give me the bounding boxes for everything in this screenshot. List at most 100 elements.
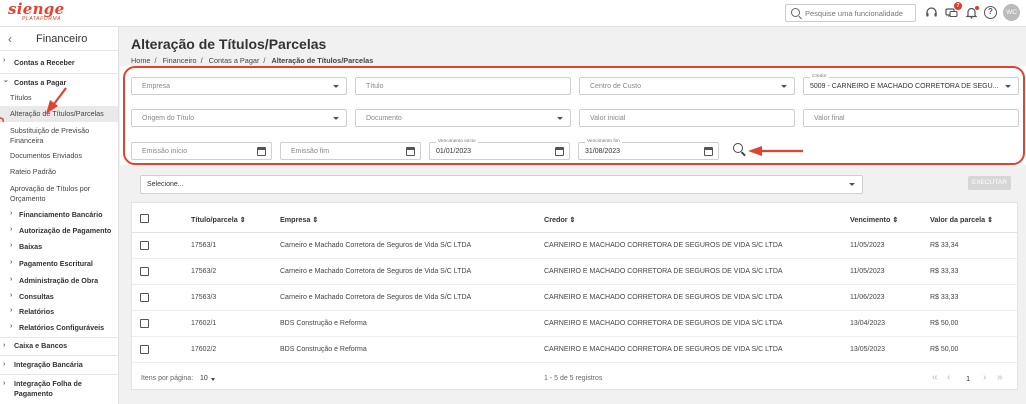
chevron-left-icon[interactable]: ‹ (8, 32, 12, 46)
col-titulo[interactable]: Título/parcela ⇕ (191, 215, 246, 224)
sidebar-item-baixas[interactable]: › Baixas (0, 237, 118, 255)
global-search[interactable] (785, 4, 916, 22)
records-range: 1 - 5 de 5 registros (544, 375, 603, 382)
col-valor[interactable]: Valor da parcela ⇕ (930, 215, 993, 224)
sidebar-item-integracao-folha[interactable]: › Integração Folha de Pagamento (0, 377, 118, 398)
table-footer: Itens por página: 10 1 - 5 de 5 registro… (132, 365, 1017, 391)
search-icon-handle (741, 151, 746, 157)
select-all-checkbox[interactable] (140, 214, 149, 223)
table-row[interactable]: 17563/3 Carneiro e Machado Corretora de … (132, 285, 1017, 311)
filter-search-button[interactable] (733, 143, 747, 157)
alert-dot (975, 6, 979, 10)
col-empresa[interactable]: Empresa ⇕ (280, 215, 318, 224)
vencimento-inicio-date[interactable]: Vencimento início 01/01/2023 (429, 139, 570, 160)
empresa-select[interactable]: Empresa (131, 77, 347, 95)
sidebar-item-autorizacao[interactable]: › Autorização de Pagamento (0, 223, 118, 237)
next-page-icon[interactable]: › (983, 372, 986, 383)
sidebar-item-alteracao-titulos[interactable]: Alteração de Títulos/Parcelas (0, 106, 118, 122)
cell-valor: R$ 50,00 (930, 346, 959, 353)
sidebar-item-label: Relatórios Configuráveis (19, 323, 105, 332)
vencimento-fim-date[interactable]: Vencimento fim 31/08/2023 (578, 139, 719, 160)
cell-vencimento: 13/04/2023 (850, 320, 886, 327)
breadcrumb-current: Alteração de Títulos/Parcelas (271, 56, 374, 65)
sidebar-item-aprovacao[interactable]: Aprovação de Títulos por Orçamento (0, 180, 95, 205)
emissao-inicio-date[interactable]: Emissão início (131, 142, 272, 160)
row-checkbox[interactable] (140, 293, 149, 302)
sidebar-item-pagamento-escritural[interactable]: › Pagamento Escritural (0, 255, 118, 271)
table-header: Título/parcela ⇕ Empresa ⇕ Credor ⇕ Venc… (132, 203, 1017, 233)
action-select-value: Selecione... (147, 181, 184, 188)
avatar[interactable]: WC (1003, 4, 1020, 21)
prev-page-icon[interactable]: ‹ (947, 372, 950, 383)
origem-placeholder: Origem do Título (142, 115, 195, 122)
execute-button[interactable]: EXECUTAR (968, 176, 1011, 190)
action-select[interactable]: Selecione... (140, 175, 863, 194)
documento-select[interactable]: Documento (355, 109, 571, 127)
row-checkbox[interactable] (140, 345, 149, 354)
sidebar-item-financiamento[interactable]: › Financiamento Bancário (0, 205, 118, 223)
table-row[interactable]: 17563/2 Carneiro e Machado Corretora de … (132, 259, 1017, 285)
chevron-right-icon: › (3, 342, 6, 349)
cell-empresa: Carneiro e Machado Corretora de Seguros … (280, 294, 472, 301)
sidebar-item-titulos[interactable]: Títulos (0, 90, 118, 106)
caret-down-icon (333, 85, 339, 88)
results-table: Título/parcela ⇕ Empresa ⇕ Credor ⇕ Venc… (131, 202, 1018, 390)
breadcrumb-financeiro[interactable]: Financeiro (163, 56, 197, 65)
search-icon (791, 8, 800, 17)
valor-final-input[interactable]: Valor final (803, 109, 1019, 127)
cell-empresa: BDS Construção e Reforma (280, 320, 367, 327)
sidebar-item-relatorios-configuraveis[interactable]: › Relatórios Configuráveis (0, 319, 118, 335)
sidebar-item-caixa-bancos[interactable]: › Caixa e Bancos (0, 340, 118, 353)
page-title: Alteração de Títulos/Parcelas (131, 36, 327, 52)
row-checkbox[interactable] (140, 319, 149, 328)
sidebar-item-documentos[interactable]: Documentos Enviados (0, 148, 118, 163)
emissao-fim-date[interactable]: Emissão fim (280, 142, 421, 160)
items-per-page-select[interactable]: 10 (200, 375, 208, 382)
chevron-right-icon: › (10, 292, 13, 299)
calendar-icon[interactable] (406, 147, 415, 156)
headset-icon[interactable] (925, 6, 938, 19)
cell-titulo: 17602/1 (191, 320, 217, 327)
row-checkbox[interactable] (140, 241, 149, 250)
breadcrumb-contas-pagar[interactable]: Contas a Pagar (209, 56, 260, 65)
bell-icon[interactable] (965, 6, 979, 19)
sidebar-item-substituicao[interactable]: Substituição de Previsão Financeira (0, 122, 110, 148)
valor-inicial-input[interactable]: Valor inicial (579, 109, 795, 127)
cell-credor: CARNEIRO E MACHADO CORRETORA DE SEGUROS … (544, 268, 783, 275)
credor-select[interactable]: Credor 5009 - CARNEIRO E MACHADO CORRETO… (803, 74, 1019, 95)
last-page-icon[interactable]: » (997, 372, 1003, 383)
centro-custo-select[interactable]: Centro de Custo (579, 77, 795, 95)
help-icon[interactable]: ? (984, 6, 997, 19)
sienge-logo[interactable]: sienge PLATAFORMA (8, 2, 64, 23)
table-row[interactable]: 17563/1 Carneiro e Machado Corretora de … (132, 233, 1017, 259)
row-checkbox[interactable] (140, 267, 149, 276)
sidebar-item-label: Financiamento Bancário (19, 210, 103, 219)
titulo-input[interactable]: Título (355, 77, 571, 95)
caret-down-icon[interactable] (211, 378, 215, 381)
breadcrumb-home[interactable]: Home (131, 56, 150, 65)
cell-credor: CARNEIRO E MACHADO CORRETORA DE SEGUROS … (544, 242, 783, 249)
origem-select[interactable]: Origem do Título (131, 109, 347, 127)
vencimento-fim-value: 31/08/2023 (585, 148, 621, 155)
global-search-input[interactable] (805, 7, 913, 19)
sidebar-item-label: Baixas (19, 242, 43, 251)
sidebar-item-consultas[interactable]: › Consultas (0, 288, 118, 303)
sidebar-item-contas-pagar[interactable]: ⌄ Contas a Pagar (0, 76, 118, 90)
calendar-icon[interactable] (257, 147, 266, 156)
col-credor[interactable]: Credor ⇕ (544, 215, 576, 224)
sidebar-item-integracao-bancaria[interactable]: › Integração Bancária (0, 358, 118, 372)
table-row[interactable]: 17602/1 BDS Construção e Reforma CARNEIR… (132, 311, 1017, 337)
sidebar-item-contas-receber[interactable]: › Contas a Receber (0, 56, 118, 71)
sidebar-item-label: Consultas (19, 292, 54, 301)
documento-placeholder: Documento (366, 115, 402, 122)
cell-valor: R$ 33,33 (930, 294, 959, 301)
chat-icon[interactable]: 7 (945, 2, 962, 19)
calendar-icon[interactable] (704, 147, 713, 156)
sidebar-item-administracao-obra[interactable]: › Administração de Obra (0, 271, 118, 288)
calendar-icon[interactable] (555, 147, 564, 156)
col-vencimento[interactable]: Vencimento ⇕ (850, 215, 898, 224)
sidebar-item-relatorios[interactable]: › Relatórios (0, 303, 118, 319)
sidebar-item-rateio[interactable]: Rateio Padrão (0, 163, 118, 180)
first-page-icon[interactable]: « (932, 372, 938, 383)
table-row[interactable]: 17602/2 BDS Construção e Reforma CARNEIR… (132, 337, 1017, 363)
